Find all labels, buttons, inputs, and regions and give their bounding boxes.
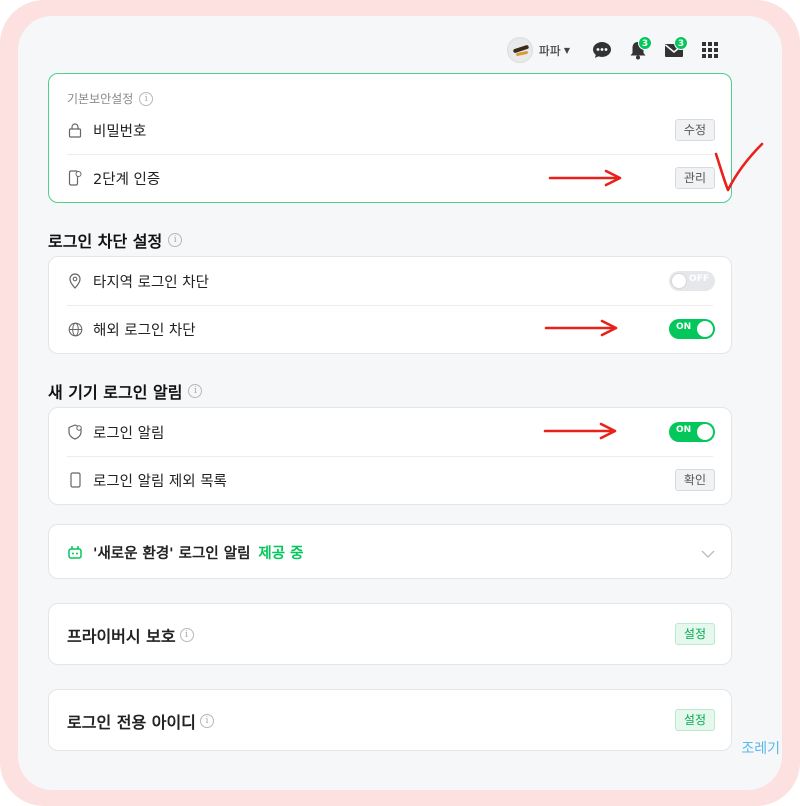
info-icon[interactable]: i: [139, 91, 154, 106]
region-block-label: 타지역 로그인 차단: [93, 274, 209, 291]
caret-down-icon[interactable]: ▼: [564, 46, 570, 55]
apps-menu-button[interactable]: [692, 36, 728, 64]
toggle-knob: [697, 424, 713, 440]
login-block-section-title: 로그인 차단 설정 i: [48, 228, 183, 252]
avatar[interactable]: [506, 37, 533, 63]
toggle-state-text: ON: [676, 322, 692, 332]
new-device-title-text: 새 기기 로그인 알림: [48, 383, 183, 402]
chat-bubble-icon: [593, 42, 611, 58]
info-icon[interactable]: i: [168, 233, 183, 247]
login-only-id-settings-button[interactable]: 설정: [674, 709, 715, 731]
new-device-card: 로그인 알림 ON 로그인 알림 제외 목록 확인: [48, 407, 732, 505]
login-alert-label: 로그인 알림: [93, 425, 165, 442]
privacy-card: 프라이버시 보호 i 설정: [48, 603, 732, 665]
new-env-status: 제공 중: [258, 545, 304, 562]
privacy-title-text: 프라이버시 보호: [67, 627, 176, 646]
grid-apps-icon: [702, 42, 718, 58]
red-arrow-annotation: [543, 422, 617, 440]
login-only-id-title: 로그인 전용 아이디 i: [67, 709, 214, 733]
toggle-state-text: OFF: [689, 274, 709, 284]
privacy-settings-button[interactable]: 설정: [674, 623, 715, 645]
new-env-row: '새로운 환경' 로그인 알림 제공 중: [67, 528, 713, 576]
phone-shield-icon: [67, 170, 83, 186]
globe-icon: [67, 321, 83, 337]
login-only-id-card: 로그인 전용 아이디 i 설정: [48, 689, 732, 751]
shield-alert-icon: [67, 424, 83, 440]
username[interactable]: 파파: [539, 42, 561, 59]
toggle-knob: [697, 321, 713, 337]
password-edit-button[interactable]: 수정: [674, 119, 715, 141]
overseas-block-label: 해외 로그인 차단: [93, 322, 196, 339]
info-icon[interactable]: i: [179, 628, 194, 642]
exclude-list-row: 로그인 알림 제외 목록: [67, 456, 713, 504]
watermark: 조레기: [741, 741, 780, 757]
two-factor-label: 2단계 인증: [93, 171, 161, 188]
notification-button[interactable]: 3: [620, 36, 656, 64]
mail-button[interactable]: 3: [656, 36, 692, 64]
new-device-section-title: 새 기기 로그인 알림 i: [48, 379, 203, 403]
login-block-card: 타지역 로그인 차단 OFF 해외 로그인 차단 ON: [48, 256, 732, 354]
basic-security-title-text: 기본보안설정: [67, 92, 134, 106]
chat-button[interactable]: [584, 36, 620, 64]
toggle-state-text: ON: [676, 425, 692, 435]
mail-badge: 3: [674, 36, 688, 50]
robot-icon: [67, 544, 83, 560]
login-only-id-title-text: 로그인 전용 아이디: [67, 713, 196, 732]
new-env-label: '새로운 환경' 로그인 알림: [93, 545, 251, 562]
overseas-block-toggle[interactable]: ON: [669, 319, 715, 339]
region-block-toggle[interactable]: OFF: [669, 271, 715, 291]
info-icon[interactable]: i: [199, 714, 214, 728]
info-icon[interactable]: i: [188, 384, 203, 398]
red-arrow-annotation: [548, 169, 622, 187]
region-block-row: 타지역 로그인 차단: [67, 257, 713, 305]
toggle-knob: [671, 273, 687, 289]
password-label: 비밀번호: [93, 123, 147, 140]
basic-security-card: 기본보안설정 i 비밀번호 수정 2단계 인증 관리: [48, 73, 732, 203]
exclude-list-confirm-button[interactable]: 확인: [674, 469, 715, 491]
phone-icon: [67, 472, 83, 488]
password-row: 비밀번호: [67, 106, 713, 154]
exclude-list-label: 로그인 알림 제외 목록: [93, 473, 227, 490]
privacy-title: 프라이버시 보호 i: [67, 623, 194, 647]
red-checkmark-annotation: [714, 142, 764, 192]
login-block-title-text: 로그인 차단 설정: [48, 232, 163, 251]
profile-menu[interactable]: 파파 ▼: [506, 37, 570, 63]
basic-security-title: 기본보안설정 i: [67, 90, 154, 107]
login-alert-toggle[interactable]: ON: [669, 422, 715, 442]
location-pin-icon: [67, 273, 83, 289]
notification-badge: 3: [638, 36, 652, 50]
top-bar: 파파 ▼ 3 3: [506, 36, 728, 64]
chevron-down-icon[interactable]: [701, 544, 715, 563]
lock-icon: [67, 122, 83, 138]
two-factor-manage-button[interactable]: 관리: [674, 167, 715, 189]
red-arrow-annotation: [544, 319, 618, 337]
new-env-card[interactable]: '새로운 환경' 로그인 알림 제공 중: [48, 524, 732, 579]
